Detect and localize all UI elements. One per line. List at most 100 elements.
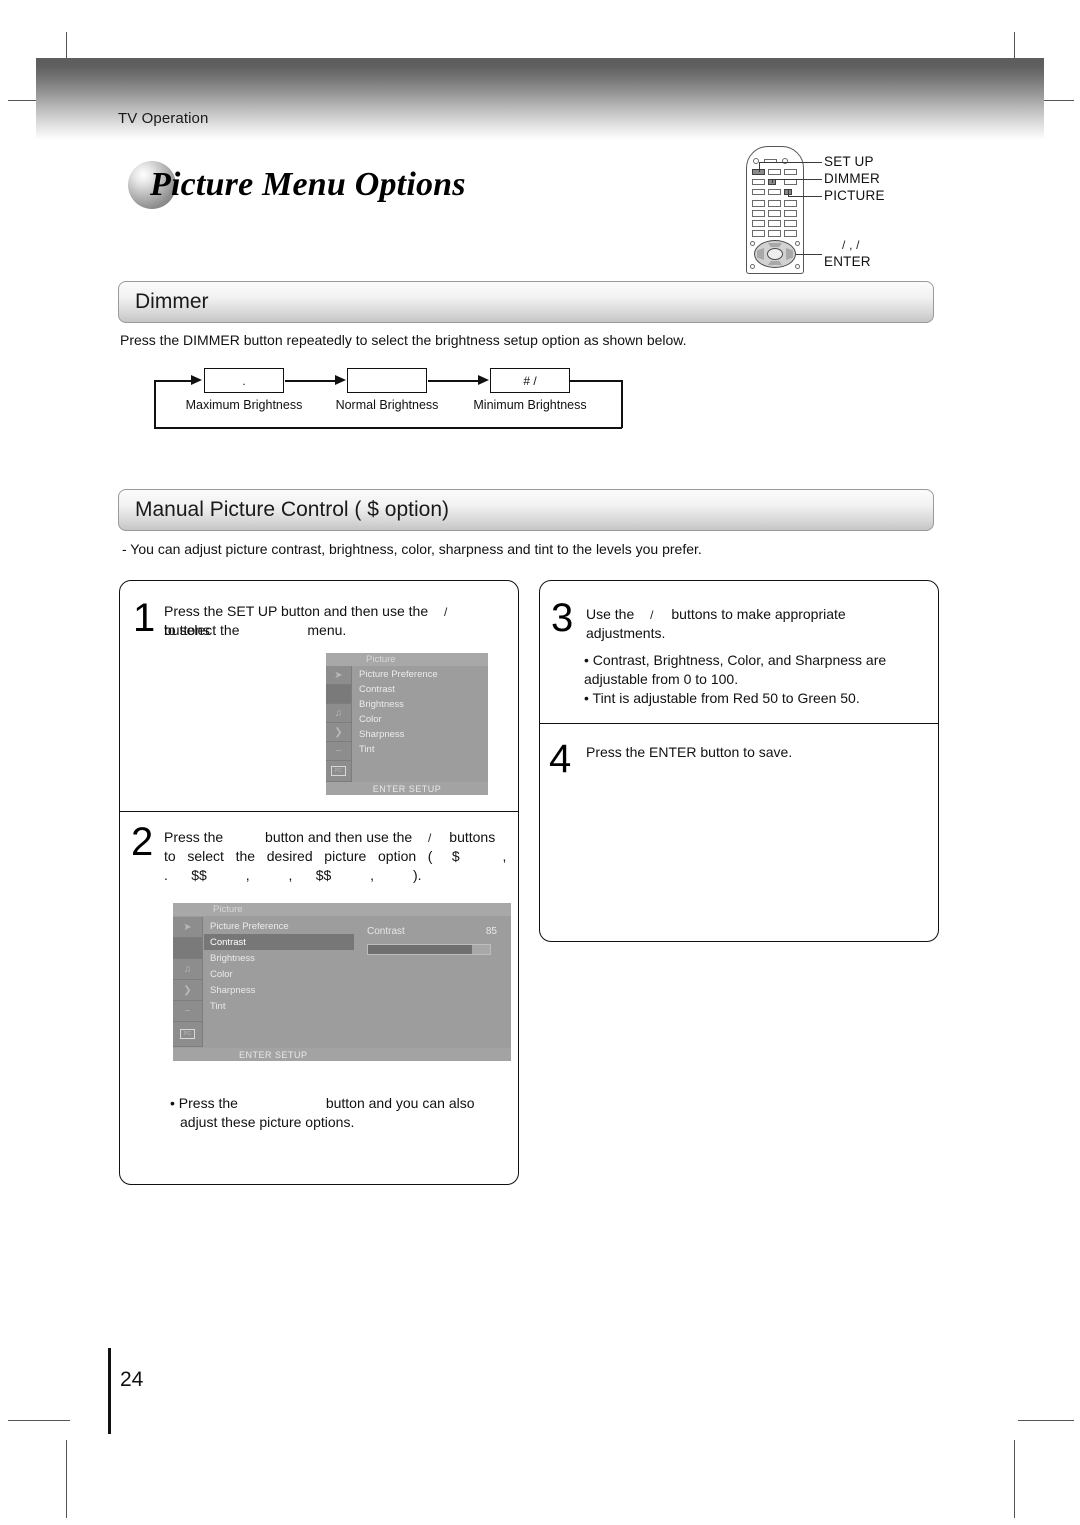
osd1-item-picture-preference[interactable]: Picture Preference	[353, 667, 488, 682]
remote-corner-led-left	[750, 241, 755, 246]
flow-caption-max: Maximum Brightness	[185, 398, 303, 412]
audio-icon[interactable]: ♫	[173, 959, 202, 980]
step-1-line-1a: Press the SET UP button and then use the	[164, 603, 429, 619]
osd2-footer: ENTER SETUP	[173, 1048, 511, 1061]
page-title-text: Picture Menu Options	[150, 166, 466, 203]
remote-keypad-r4c3[interactable]	[784, 230, 797, 237]
flow-box-max-glyph: .	[242, 373, 246, 388]
pc-icon[interactable]: PC	[173, 1022, 202, 1047]
osd1-item-brightness[interactable]: Brightness	[353, 697, 488, 712]
step-3-bullets: • Contrast, Brightness, Color, and Sharp…	[584, 651, 934, 707]
steps-left-divider	[119, 811, 519, 813]
leader-line-setup-v	[759, 162, 760, 172]
remote-button-r3c1[interactable]	[752, 189, 765, 195]
crop-mark-bottom-left-v	[66, 1440, 67, 1518]
flow-box-max: .	[204, 368, 284, 393]
pc-icon[interactable]: PC	[326, 761, 351, 782]
remote-keypad-r1c3[interactable]	[784, 200, 797, 207]
step-1-glyph: /	[444, 605, 448, 619]
remote-keypad-r2c2[interactable]	[768, 210, 781, 217]
flow-loop-up	[154, 380, 156, 428]
running-head: TV Operation	[118, 110, 209, 127]
section-heading-manual-picture-control: Manual Picture Control ( $ option)	[118, 489, 934, 531]
remote-keypad-r3c1[interactable]	[752, 220, 765, 227]
step-1-line-2b: menu.	[307, 622, 347, 638]
osd1-title-text: Picture	[366, 654, 396, 665]
flow-box-min: # /	[490, 368, 570, 393]
step-1-number: 1	[133, 596, 156, 640]
step-2-line-2: to select the desired picture option ( $…	[164, 848, 507, 864]
flow-arrow-1-line	[285, 380, 335, 382]
remote-keypad-r3c2[interactable]	[768, 220, 781, 227]
remote-keypad-r1c2[interactable]	[768, 200, 781, 207]
step-2-glyph: /	[428, 831, 432, 845]
osd1-title-bar: Picture	[326, 653, 488, 666]
flow-loop-bottom	[154, 427, 622, 429]
remote-button-r2c1[interactable]	[752, 179, 765, 185]
picture-icon[interactable]	[173, 938, 202, 959]
pc-icon-label: PC	[180, 1029, 195, 1039]
remote-keypad-r2c3[interactable]	[784, 210, 797, 217]
remote-button-r3c2[interactable]	[768, 189, 781, 195]
curve-icon[interactable]: ❯	[326, 723, 351, 742]
crop-mark-bottom-left-h	[8, 1420, 70, 1421]
crop-mark-bottom-right-h	[1018, 1420, 1074, 1421]
swoosh-icon[interactable]: −	[173, 1001, 202, 1022]
swoosh-icon[interactable]: −	[326, 742, 351, 761]
osd1-item-sharpness[interactable]: Sharpness	[353, 727, 488, 742]
picture-icon[interactable]	[326, 685, 351, 704]
osd1-item-contrast[interactable]: Contrast	[353, 682, 488, 697]
section-heading-manual-label: Manual Picture Control ( $ option)	[135, 498, 449, 521]
osd1-item-color[interactable]: Color	[353, 712, 488, 727]
osd2-item-picture-preference[interactable]: Picture Preference	[204, 918, 354, 934]
remote-button-r1c2[interactable]	[768, 169, 781, 175]
remote-keypad-r1c1[interactable]	[752, 200, 765, 207]
osd2-icon-column: ➤ ♫ ❯ − PC	[173, 917, 203, 1047]
flow-arrow-2-line	[428, 380, 478, 382]
remote-control-diagram: SET UP DIMMER PICTURE / , / ENTER	[738, 146, 1038, 276]
remote-keypad-r2c1[interactable]	[752, 210, 765, 217]
step-2-note-1b: button and you can also	[325, 1095, 475, 1111]
flow-box-normal	[347, 368, 427, 393]
arrow-cursor-icon[interactable]: ➤	[326, 666, 351, 685]
remote-corner-led-br	[795, 264, 800, 269]
remote-keypad-r4c1[interactable]	[752, 230, 765, 237]
remote-enter-button[interactable]	[767, 248, 783, 260]
step-3-line-1a: Use the	[586, 606, 635, 622]
step-2-note-line-2: adjust these picture options.	[180, 1114, 355, 1130]
osd2-item-contrast[interactable]: Contrast	[204, 934, 354, 950]
flow-arrow-2-head	[478, 375, 489, 385]
step-2-note-line-1: • Press the button and you can also	[170, 1094, 510, 1112]
remote-corner-led-right	[795, 241, 800, 246]
remote-keypad-r3c3[interactable]	[784, 220, 797, 227]
audio-icon[interactable]: ♫	[326, 704, 351, 723]
remote-keypad-r4c2[interactable]	[768, 230, 781, 237]
remote-nav-glyphs: / , /	[842, 238, 860, 252]
step-3-line-1: Use the / buttons to make appropriate	[586, 605, 936, 624]
osd2-item-color[interactable]: Color	[204, 966, 354, 982]
osd2-item-brightness[interactable]: Brightness	[204, 950, 354, 966]
arrow-cursor-icon[interactable]: ➤	[173, 917, 202, 938]
dimmer-flow-diagram: . # / Maximum Brightness Normal Brightne…	[140, 362, 630, 434]
osd2-item-list: Picture Preference Contrast Brightness C…	[204, 918, 354, 1014]
page-number: 24	[120, 1368, 144, 1391]
osd-menu-picture-list: Picture ➤ ♫ ❯ − PC Picture Preference Co…	[326, 653, 488, 795]
step-3-number: 3	[551, 596, 574, 640]
step-4-line-1: Press the ENTER button to save.	[586, 744, 793, 760]
osd2-contrast-slider[interactable]	[367, 944, 491, 955]
flow-box-min-glyph: # /	[523, 373, 537, 388]
step-3-line-2: adjustments.	[586, 625, 666, 641]
osd1-item-tint[interactable]: Tint	[353, 742, 488, 757]
osd2-detail-label: Contrast	[367, 926, 405, 937]
osd2-item-sharpness[interactable]: Sharpness	[204, 982, 354, 998]
step-2-line-1: Press the button and then use the / butt…	[164, 828, 514, 847]
remote-button-r1c3[interactable]	[784, 169, 797, 175]
curve-icon[interactable]: ❯	[173, 980, 202, 1001]
manual-picture-intro-text: - You can adjust picture contrast, brigh…	[122, 541, 702, 557]
osd2-item-tint[interactable]: Tint	[204, 998, 354, 1014]
step-1-line-2: to select the menu.	[164, 621, 509, 639]
dimmer-intro-text: Press the DIMMER button repeatedly to se…	[120, 332, 687, 348]
flow-caption-normal: Normal Brightness	[335, 398, 439, 412]
pc-icon-label: PC	[331, 766, 346, 776]
osd2-contrast-slider-fill	[368, 945, 472, 954]
